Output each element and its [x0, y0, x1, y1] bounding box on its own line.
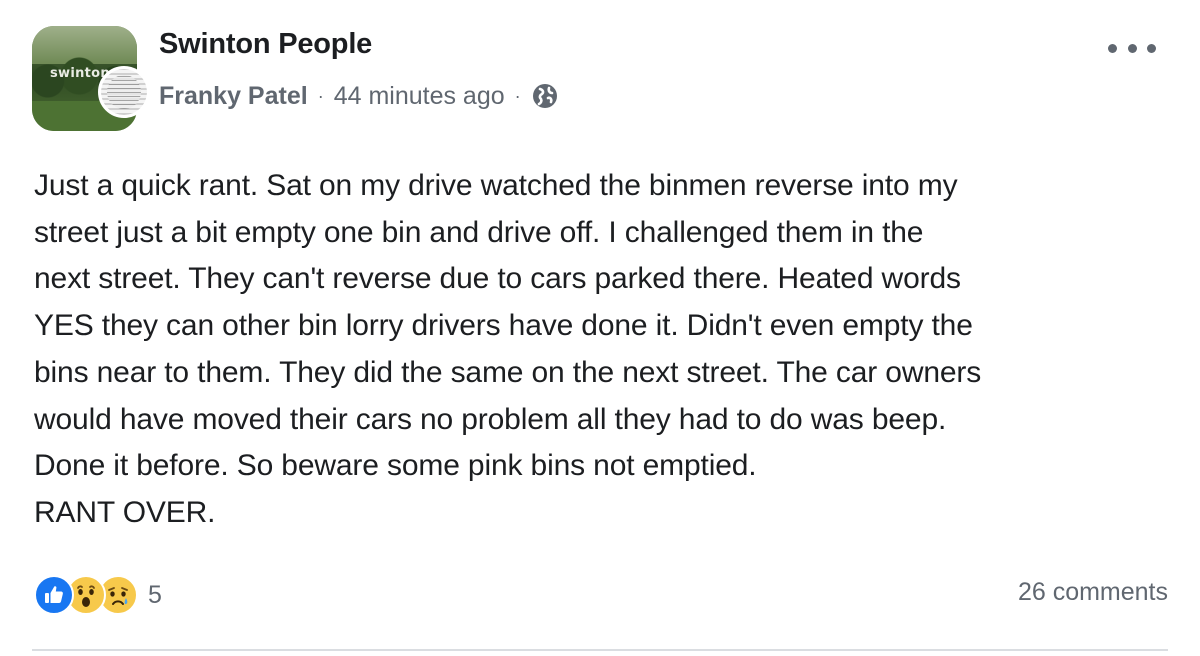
- post-text-line: YES they can other bin lorry drivers hav…: [34, 309, 973, 343]
- comments-count-link[interactable]: 26 comments: [1018, 578, 1168, 607]
- post-text-line: Done it before. So beware some pink bins…: [34, 449, 757, 483]
- meta-separator: ·: [514, 85, 521, 106]
- post-text-line: bins near to them. They did the same on …: [34, 355, 982, 389]
- like-icon: [34, 575, 74, 615]
- post-text-line: street just a bit empty one bin and driv…: [34, 215, 924, 249]
- more-options-icon[interactable]: [1108, 36, 1156, 60]
- post-text-line: next street. They can't reverse due to c…: [34, 262, 961, 296]
- meta-separator: ·: [317, 85, 324, 106]
- author-avatar[interactable]: [98, 66, 150, 118]
- reactions-summary[interactable]: 5: [34, 574, 162, 616]
- feed-post: swinton Swinton People Franky Patel · 44…: [0, 0, 1200, 656]
- post-text: Just a quick rant. Sat on my drive watch…: [34, 163, 1174, 537]
- post-timestamp-link[interactable]: 44 minutes ago: [334, 82, 505, 111]
- post-text-line: RANT OVER.: [34, 495, 216, 529]
- author-name-link[interactable]: Franky Patel: [159, 82, 308, 111]
- divider: [32, 649, 1168, 651]
- group-name-link[interactable]: Swinton People: [159, 28, 372, 61]
- post-meta: Franky Patel · 44 minutes ago ·: [159, 80, 559, 112]
- post-text-line: would have moved their cars no problem a…: [34, 402, 947, 436]
- globe-icon[interactable]: [531, 82, 559, 110]
- reaction-count: 5: [148, 580, 162, 609]
- post-text-line: Just a quick rant. Sat on my drive watch…: [34, 169, 958, 202]
